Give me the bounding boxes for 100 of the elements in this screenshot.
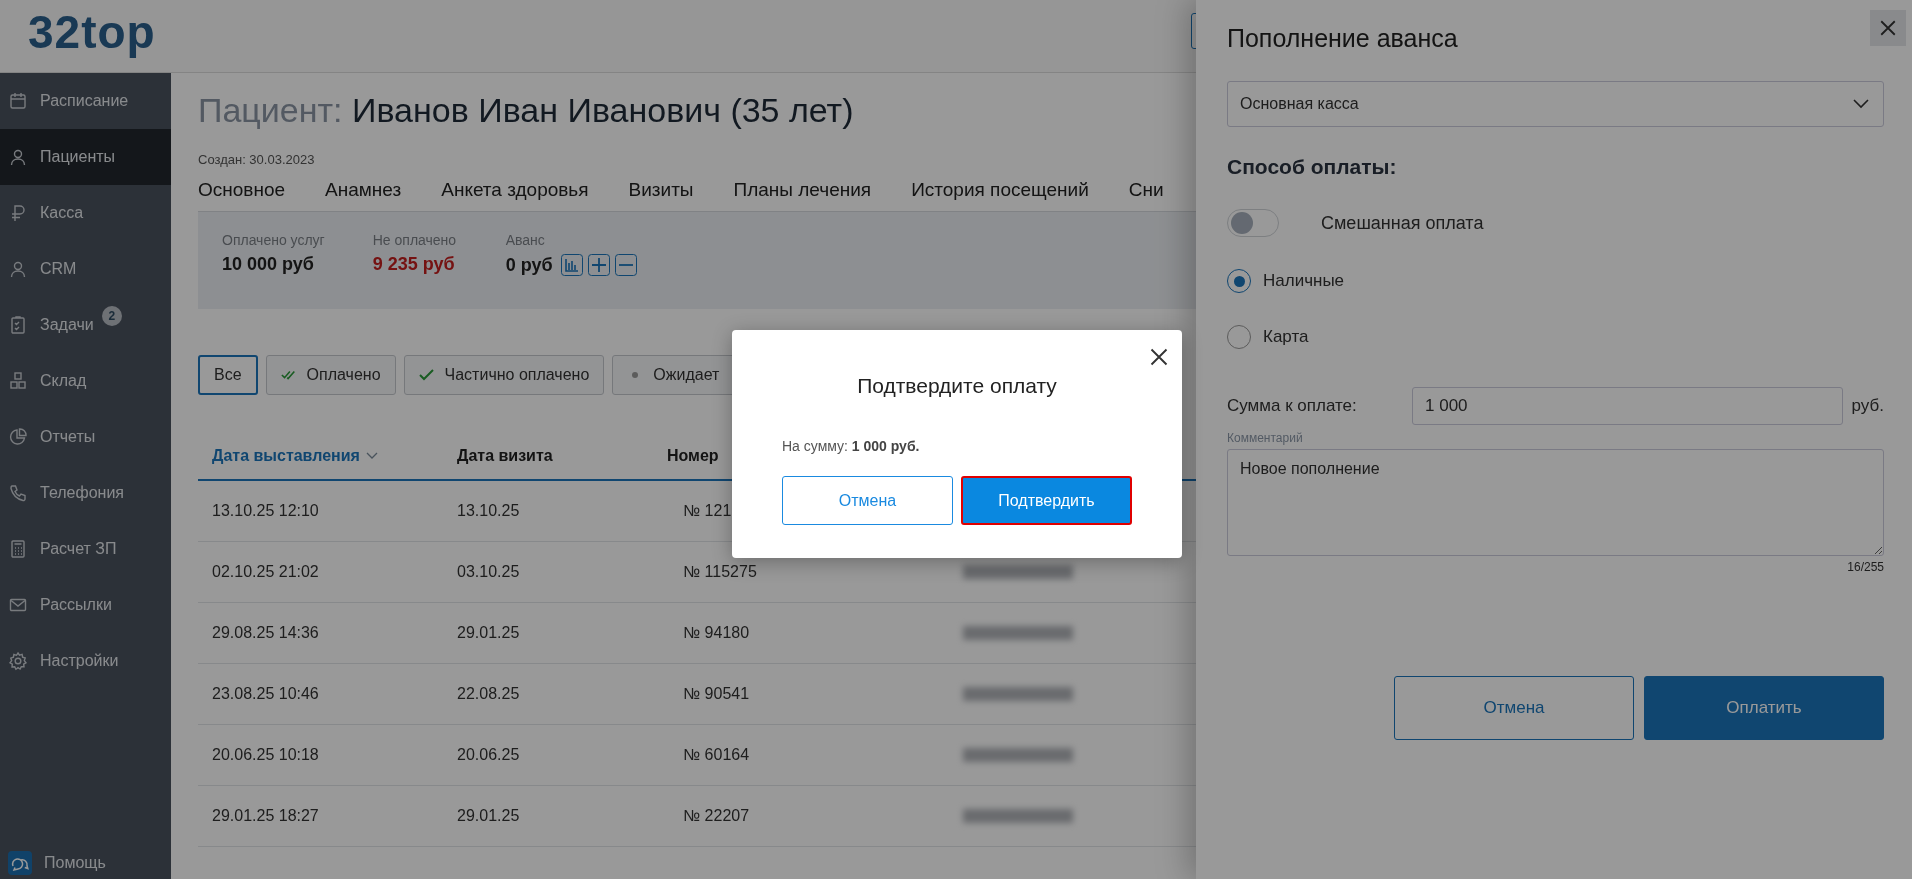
table-cell-text: 29.01.25: [456, 624, 521, 642]
summary-value: 10 000 руб: [222, 254, 314, 275]
tab[interactable]: Основное: [198, 179, 286, 201]
table-cell-text: № 115275: [682, 563, 758, 581]
radio-label: Наличные: [1263, 271, 1345, 291]
clipboard-icon: [8, 315, 28, 335]
table-cell-text: 03.10.25: [456, 563, 521, 581]
sidebar-label: Склад: [40, 372, 87, 390]
section-heading: Способ оплаты:: [1227, 155, 1398, 179]
sidebar-label: Задачи: [40, 316, 94, 334]
sidebar-item[interactable]: Отчеты: [0, 409, 171, 465]
settings-icon: [8, 651, 28, 671]
phone-icon: [8, 483, 28, 503]
panel-title: Пополнение аванса: [1227, 24, 1459, 53]
calendar-icon: [8, 91, 28, 111]
sidebar-item[interactable]: Задачи 2: [0, 297, 171, 353]
close-button[interactable]: [1148, 346, 1170, 368]
table-cell-text: 13.10.25 12:10: [211, 502, 320, 520]
filter-button[interactable]: Оплачено: [265, 355, 396, 395]
tab[interactable]: Планы лечения: [733, 179, 872, 201]
double-check-icon: [280, 369, 297, 381]
table-cell-text: № 121: [682, 502, 733, 520]
sidebar-item[interactable]: Телефония: [0, 465, 171, 521]
cancel-button[interactable]: Отмена: [1394, 676, 1634, 740]
table-cell-text: 20.06.25: [456, 746, 521, 764]
help-link[interactable]: Помощь: [8, 851, 106, 875]
sidebar-label: Касса: [40, 204, 84, 222]
tab[interactable]: Анкета здоровья: [441, 179, 589, 201]
logo[interactable]: 32top: [28, 5, 156, 59]
tab[interactable]: Анамнез: [325, 179, 402, 201]
filter-button[interactable]: Все: [198, 355, 258, 395]
sidebar-item[interactable]: Склад: [0, 353, 171, 409]
person-icon: [8, 259, 28, 279]
sidebar-label: Пациенты: [40, 148, 116, 166]
created-date: Создан: 30.03.2023: [198, 152, 315, 167]
patient-title: Пациент: Иванов Иван Иванович (35 лет): [198, 91, 854, 130]
pie-chart-icon: [8, 427, 28, 447]
table-cell-text: № 22207: [682, 807, 751, 825]
sidebar-item[interactable]: CRM: [0, 241, 171, 297]
sidebar-label: Телефония: [40, 484, 124, 502]
table-cell-text: 22.08.25: [456, 685, 521, 703]
chat-icon: [8, 851, 32, 875]
plus-icon[interactable]: [587, 254, 610, 276]
sidebar-label: Настройки: [40, 652, 119, 670]
tab[interactable]: Визиты: [628, 179, 694, 201]
sidebar-label: CRM: [40, 260, 77, 278]
table-cell-text: 23.08.25 10:46: [211, 685, 320, 703]
table-cell-text: 29.01.25 18:27: [211, 807, 320, 825]
toggle-switch[interactable]: [1227, 209, 1279, 237]
sidebar-item[interactable]: Настройки: [0, 633, 171, 689]
pay-button[interactable]: Оплатить: [1644, 676, 1884, 740]
sidebar-label: Расписание: [40, 92, 129, 110]
tab[interactable]: Сни: [1128, 179, 1164, 201]
summary-label: Аванс: [505, 232, 546, 248]
person-icon: [8, 147, 28, 167]
summary-value: 9 235 руб: [372, 254, 455, 275]
sidebar-item[interactable]: Расчет ЗП: [0, 521, 171, 577]
summary-label: Оплачено услуг: [222, 232, 325, 248]
sidebar-label: Отчеты: [40, 428, 96, 446]
filter-button[interactable]: Частично оплачено: [403, 355, 605, 395]
dialog-text: На сумму: 1 000 руб.: [782, 438, 921, 454]
summary-value: 0 руб: [505, 254, 553, 276]
unit-label: руб.: [1851, 396, 1884, 416]
sidebar-item[interactable]: Расписание: [0, 73, 171, 129]
cancel-button[interactable]: Отмена: [782, 476, 953, 525]
field-label: Сумма к оплате:: [1227, 396, 1358, 416]
table-cell-text: 13.10.25: [456, 502, 521, 520]
close-icon: [1879, 19, 1897, 37]
column-header[interactable]: Дата выставления: [198, 447, 443, 465]
table-cell-text: № 60164: [682, 746, 751, 764]
tab[interactable]: История посещений: [911, 179, 1089, 201]
summary-label: Не оплачено: [372, 232, 458, 248]
comment-field[interactable]: Новое пополнение: [1227, 449, 1884, 556]
radio-label: Карта: [1263, 327, 1309, 347]
table-cell-text: 29.08.25 14:36: [211, 624, 320, 642]
sidebar-item[interactable]: Пациенты: [0, 129, 171, 185]
minus-icon[interactable]: [614, 254, 637, 276]
confirm-button[interactable]: Подтвердить: [961, 476, 1132, 525]
table-cell-text: № 90541: [682, 685, 751, 703]
table-cell-text: 02.10.25 21:02: [211, 563, 320, 581]
sidebar-item[interactable]: Рассылки: [0, 577, 171, 633]
dialog-title: Подтвердите оплату: [856, 374, 1058, 398]
amount-field[interactable]: 1 000: [1412, 387, 1843, 425]
chart-icon[interactable]: [560, 254, 583, 276]
chevron-icon: [365, 452, 378, 460]
field-label: Комментарий: [1227, 431, 1304, 445]
boxes-icon: [8, 371, 28, 391]
register-select[interactable]: Основная касса: [1227, 81, 1884, 127]
toggle-label: Смешанная оплата: [1321, 212, 1484, 234]
chevron-icon: [1853, 99, 1869, 109]
table-cell-text: 20.06.25 10:18: [211, 746, 320, 764]
close-icon: [1149, 347, 1169, 367]
sidebar-label: Рассылки: [40, 596, 112, 614]
check-icon: [418, 369, 435, 381]
table-cell-text: 29.01.25: [456, 807, 521, 825]
sidebar-label: Расчет ЗП: [40, 540, 117, 558]
column-header[interactable]: Дата визита: [443, 447, 653, 465]
sidebar-item[interactable]: Касса: [0, 185, 171, 241]
count-badge: 2: [101, 306, 122, 326]
table-cell-text: № 94180: [682, 624, 751, 642]
